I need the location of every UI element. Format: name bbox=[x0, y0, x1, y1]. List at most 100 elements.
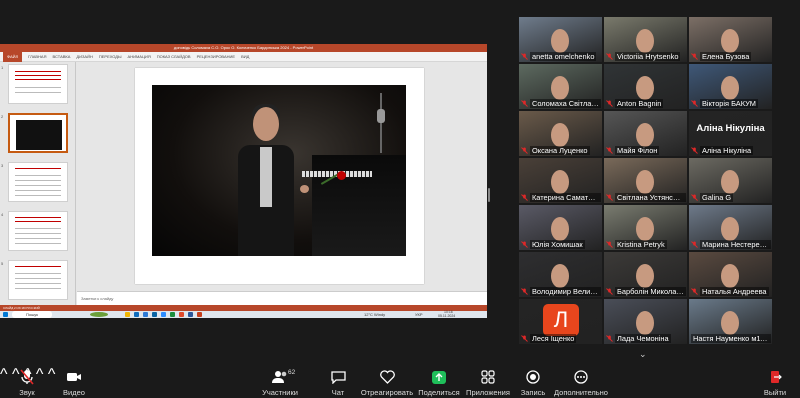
participant-tile[interactable]: Л Леся Іщенко bbox=[519, 299, 602, 344]
audio-label: Звук bbox=[19, 388, 35, 397]
participant-tile[interactable]: Володимир Величко bbox=[519, 252, 602, 297]
share-screen-icon bbox=[431, 369, 447, 385]
participant-label: Елена Бузова bbox=[691, 52, 752, 61]
participant-tile[interactable]: Наталья Андреева bbox=[689, 252, 772, 297]
participant-label: Anton Bagnin bbox=[606, 99, 664, 108]
participant-tile[interactable]: Kristina Petryk bbox=[604, 205, 687, 250]
participant-tile[interactable]: Елена Бузова bbox=[689, 17, 772, 62]
participant-name: Настя Науменко м11... bbox=[691, 334, 771, 343]
participant-name: Соломаха Світлана bbox=[530, 99, 601, 108]
mic-muted-icon bbox=[606, 53, 613, 60]
participant-face bbox=[721, 76, 739, 100]
participant-tile[interactable]: anetta omelchenko bbox=[519, 17, 602, 62]
participant-name: Катерина Саматова bbox=[530, 193, 601, 202]
participant-face bbox=[636, 29, 654, 53]
participant-tile[interactable]: Майя Філон bbox=[604, 111, 687, 156]
mic-muted-icon bbox=[691, 288, 698, 295]
participant-face bbox=[636, 217, 654, 241]
mic-muted-icon bbox=[691, 147, 698, 154]
participant-tile[interactable]: Світлана Устянська bbox=[604, 158, 687, 203]
participant-tile[interactable]: Вікторія БАКУМ bbox=[689, 64, 772, 109]
leave-button[interactable]: Выйти bbox=[745, 369, 800, 397]
notes-placeholder: Заметки к слайду bbox=[81, 296, 114, 301]
mic-muted-icon bbox=[521, 288, 528, 295]
mic-muted-icon bbox=[521, 100, 528, 107]
slide-thumbnail bbox=[8, 64, 68, 104]
thumb-number: 4 bbox=[1, 212, 4, 217]
record-icon bbox=[525, 369, 541, 385]
mic-muted-icon bbox=[691, 100, 698, 107]
participant-tile[interactable]: Барболін Микола Оле... bbox=[604, 252, 687, 297]
more-button[interactable]: Дополнительно bbox=[551, 369, 611, 397]
participant-tile[interactable]: Victoriia Hrytsenko bbox=[604, 17, 687, 62]
participant-tile[interactable]: Настя Науменко м11... bbox=[689, 299, 772, 344]
mic-muted-icon bbox=[521, 335, 528, 342]
participant-name: Anton Bagnin bbox=[615, 99, 664, 108]
participants-label: Участники bbox=[262, 388, 298, 397]
participant-name: Леся Іщенко bbox=[530, 334, 577, 343]
slide-thumbnail bbox=[8, 211, 68, 251]
gallery-next-page-icon[interactable]: ⌄ bbox=[639, 349, 647, 360]
participant-tile[interactable]: Anton Bagnin bbox=[604, 64, 687, 109]
participant-tile[interactable]: Оксана Луценко bbox=[519, 111, 602, 156]
react-button[interactable]: Отреагировать bbox=[357, 369, 417, 397]
participant-name: Оксана Луценко bbox=[530, 146, 590, 155]
thumb-number: 5 bbox=[1, 261, 4, 266]
mic-muted-icon bbox=[606, 335, 613, 342]
mic-muted-icon bbox=[606, 147, 613, 154]
mic-muted-icon bbox=[606, 288, 613, 295]
participant-name: Юлія Хомишак bbox=[530, 240, 585, 249]
record-label: Запись bbox=[520, 388, 546, 397]
participant-tile[interactable]: Соломаха Світлана bbox=[519, 64, 602, 109]
ppt-tab-slideshow: ПОКАЗ СЛАЙДОВ bbox=[156, 53, 191, 59]
participant-tile[interactable]: Катерина Саматова bbox=[519, 158, 602, 203]
participant-label: Kristina Petryk bbox=[606, 240, 667, 249]
ppt-tab-transitions: ПЕРЕХОДЫ bbox=[98, 53, 122, 59]
more-icon bbox=[573, 369, 589, 385]
slide-thumbnail bbox=[8, 260, 68, 300]
mic-muted-icon bbox=[691, 53, 698, 60]
mic-muted-icon bbox=[691, 194, 698, 201]
participant-tile[interactable]: Марина Нестеренко bbox=[689, 205, 772, 250]
ppt-tab-review: РЕЦЕНЗИРОВАНИЕ bbox=[196, 53, 236, 59]
participant-name: Барболін Микола Оле... bbox=[615, 287, 686, 296]
weather-widget: 12°C Windy bbox=[364, 312, 386, 317]
taskbar-app-icon bbox=[90, 312, 108, 317]
thumb-number: 2 bbox=[1, 114, 4, 119]
splitter-handle[interactable] bbox=[488, 188, 490, 202]
participant-name: Аліна Нікуліна bbox=[700, 146, 754, 155]
ppt-tab-insert: ВСТАВКА bbox=[52, 53, 71, 59]
participant-label: Катерина Саматова bbox=[521, 193, 601, 202]
participant-face bbox=[721, 170, 739, 194]
thumb-number: 1 bbox=[1, 65, 4, 70]
slide-thumbnails: 1 2 3 4 5 bbox=[0, 62, 76, 305]
word-icon bbox=[188, 312, 193, 317]
video-button[interactable]: Видео bbox=[44, 369, 104, 397]
folder-icon bbox=[125, 312, 130, 317]
participant-label: Вікторія БАКУМ bbox=[691, 99, 758, 108]
participant-face bbox=[636, 170, 654, 194]
slide-thumbnail-selected bbox=[8, 113, 68, 153]
participant-tile[interactable]: Юлія Хомишак bbox=[519, 205, 602, 250]
participant-face bbox=[721, 29, 739, 53]
chrome-icon bbox=[179, 312, 184, 317]
participant-label: anetta omelchenko bbox=[521, 52, 597, 61]
ppt-tab-design: ДИЗАЙН bbox=[76, 53, 93, 59]
thumb-number: 3 bbox=[1, 163, 4, 168]
participants-count: 62 bbox=[288, 369, 296, 376]
participant-label: Барболін Микола Оле... bbox=[606, 287, 686, 296]
shared-screen: доповідь Соломаха С.О. Орос О. Коляченко… bbox=[0, 44, 487, 318]
current-slide bbox=[135, 68, 424, 284]
edge-icon bbox=[134, 312, 139, 317]
participant-tile[interactable]: Galina G bbox=[689, 158, 772, 203]
participant-tile[interactable]: Аліна Нікуліна Аліна Нікуліна bbox=[689, 111, 772, 156]
react-label: Отреагировать bbox=[360, 388, 414, 397]
leave-label: Выйти bbox=[763, 388, 787, 397]
participant-name: Kristina Petryk bbox=[615, 240, 667, 249]
participant-tile[interactable]: Лада Чемоніна bbox=[604, 299, 687, 344]
participants-button[interactable]: Участники bbox=[250, 369, 310, 397]
participant-face bbox=[636, 76, 654, 100]
windows-taskbar: Пошук 12°C Windy УКР 10:16 05.11.2024 bbox=[0, 310, 487, 318]
participant-label: Аліна Нікуліна bbox=[691, 146, 754, 155]
participant-label: Марина Нестеренко bbox=[691, 240, 771, 249]
